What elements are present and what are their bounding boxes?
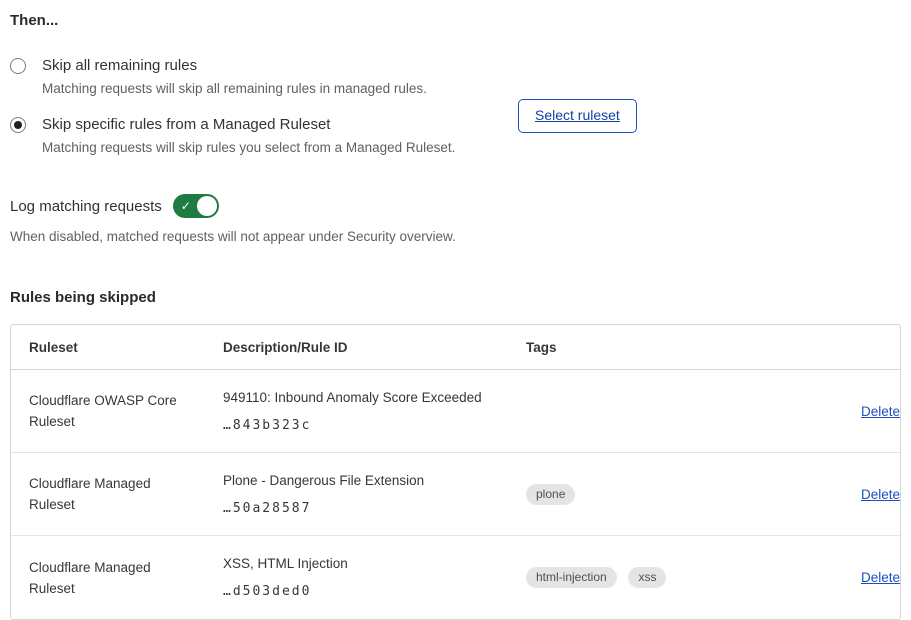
tag-badge: xss bbox=[628, 567, 666, 588]
option-text: Skip specific rules from a Managed Rules… bbox=[42, 114, 455, 158]
actions-cell: Delete bbox=[791, 536, 900, 619]
table-header-row: Ruleset Description/Rule ID Tags bbox=[11, 325, 900, 370]
ruleset-name: Cloudflare OWASP Core Ruleset bbox=[29, 390, 187, 432]
radio-button-selected[interactable] bbox=[10, 117, 26, 133]
actions-cell: Delete bbox=[791, 453, 900, 536]
rule-description: XSS, HTML Injection bbox=[223, 554, 526, 574]
option-label[interactable]: Skip specific rules from a Managed Rules… bbox=[42, 114, 455, 136]
table-row: Cloudflare OWASP Core Ruleset 949110: In… bbox=[11, 370, 900, 453]
log-matching-requests-row: Log matching requests ✓ bbox=[10, 194, 899, 218]
column-header-description-rule-id: Description/Rule ID bbox=[223, 325, 526, 370]
description-cell: 949110: Inbound Anomaly Score Exceeded …… bbox=[223, 370, 526, 453]
table-row: Cloudflare Managed Ruleset XSS, HTML Inj… bbox=[11, 536, 900, 619]
option-skip-specific-rules[interactable]: Skip specific rules from a Managed Rules… bbox=[10, 114, 899, 158]
description-cell: Plone - Dangerous File Extension …50a285… bbox=[223, 453, 526, 536]
option-description: Matching requests will skip all remainin… bbox=[42, 79, 427, 99]
column-header-actions bbox=[791, 325, 900, 370]
rule-description: Plone - Dangerous File Extension bbox=[223, 471, 526, 491]
ruleset-name: Cloudflare Managed Ruleset bbox=[29, 473, 187, 515]
column-header-tags: Tags bbox=[526, 325, 791, 370]
then-heading: Then... bbox=[10, 12, 899, 30]
rule-description: 949110: Inbound Anomaly Score Exceeded bbox=[223, 388, 526, 408]
log-toggle-description: When disabled, matched requests will not… bbox=[10, 227, 899, 246]
rule-id: …843b323c bbox=[223, 417, 526, 435]
rule-id: …d503ded0 bbox=[223, 583, 526, 601]
rules-being-skipped-table: Ruleset Description/Rule ID Tags Cloudfl… bbox=[10, 324, 901, 620]
ruleset-cell: Cloudflare OWASP Core Ruleset bbox=[11, 370, 223, 453]
log-toggle-label: Log matching requests bbox=[10, 198, 162, 215]
waf-rule-then-panel: Then... Skip all remaining rules Matchin… bbox=[0, 0, 911, 614]
option-text: Skip all remaining rules Matching reques… bbox=[42, 55, 427, 99]
log-toggle-switch-on[interactable]: ✓ bbox=[173, 194, 219, 218]
tag-badge: html-injection bbox=[526, 567, 617, 588]
delete-link[interactable]: Delete bbox=[861, 570, 900, 585]
option-description: Matching requests will skip rules you se… bbox=[42, 138, 455, 158]
rule-id: …50a28587 bbox=[223, 500, 526, 518]
table-row: Cloudflare Managed Ruleset Plone - Dange… bbox=[11, 453, 900, 536]
tags-cell bbox=[526, 370, 791, 453]
rules-being-skipped-heading: Rules being skipped bbox=[10, 289, 899, 307]
ruleset-cell: Cloudflare Managed Ruleset bbox=[11, 453, 223, 536]
ruleset-name: Cloudflare Managed Ruleset bbox=[29, 557, 187, 599]
option-label[interactable]: Skip all remaining rules bbox=[42, 55, 427, 77]
actions-cell: Delete bbox=[791, 370, 900, 453]
radio-button-unselected[interactable] bbox=[10, 58, 26, 74]
toggle-knob bbox=[197, 196, 217, 216]
column-header-ruleset: Ruleset bbox=[11, 325, 223, 370]
delete-link[interactable]: Delete bbox=[861, 404, 900, 419]
tags-cell: html-injection xss bbox=[526, 536, 791, 619]
delete-link[interactable]: Delete bbox=[861, 487, 900, 502]
tag-badge: plone bbox=[526, 484, 575, 505]
description-cell: XSS, HTML Injection …d503ded0 bbox=[223, 536, 526, 619]
option-skip-all-remaining-rules[interactable]: Skip all remaining rules Matching reques… bbox=[10, 55, 899, 99]
tags-cell: plone bbox=[526, 453, 791, 536]
check-icon: ✓ bbox=[181, 198, 191, 214]
ruleset-cell: Cloudflare Managed Ruleset bbox=[11, 536, 223, 619]
select-ruleset-button[interactable]: Select ruleset bbox=[518, 99, 637, 133]
